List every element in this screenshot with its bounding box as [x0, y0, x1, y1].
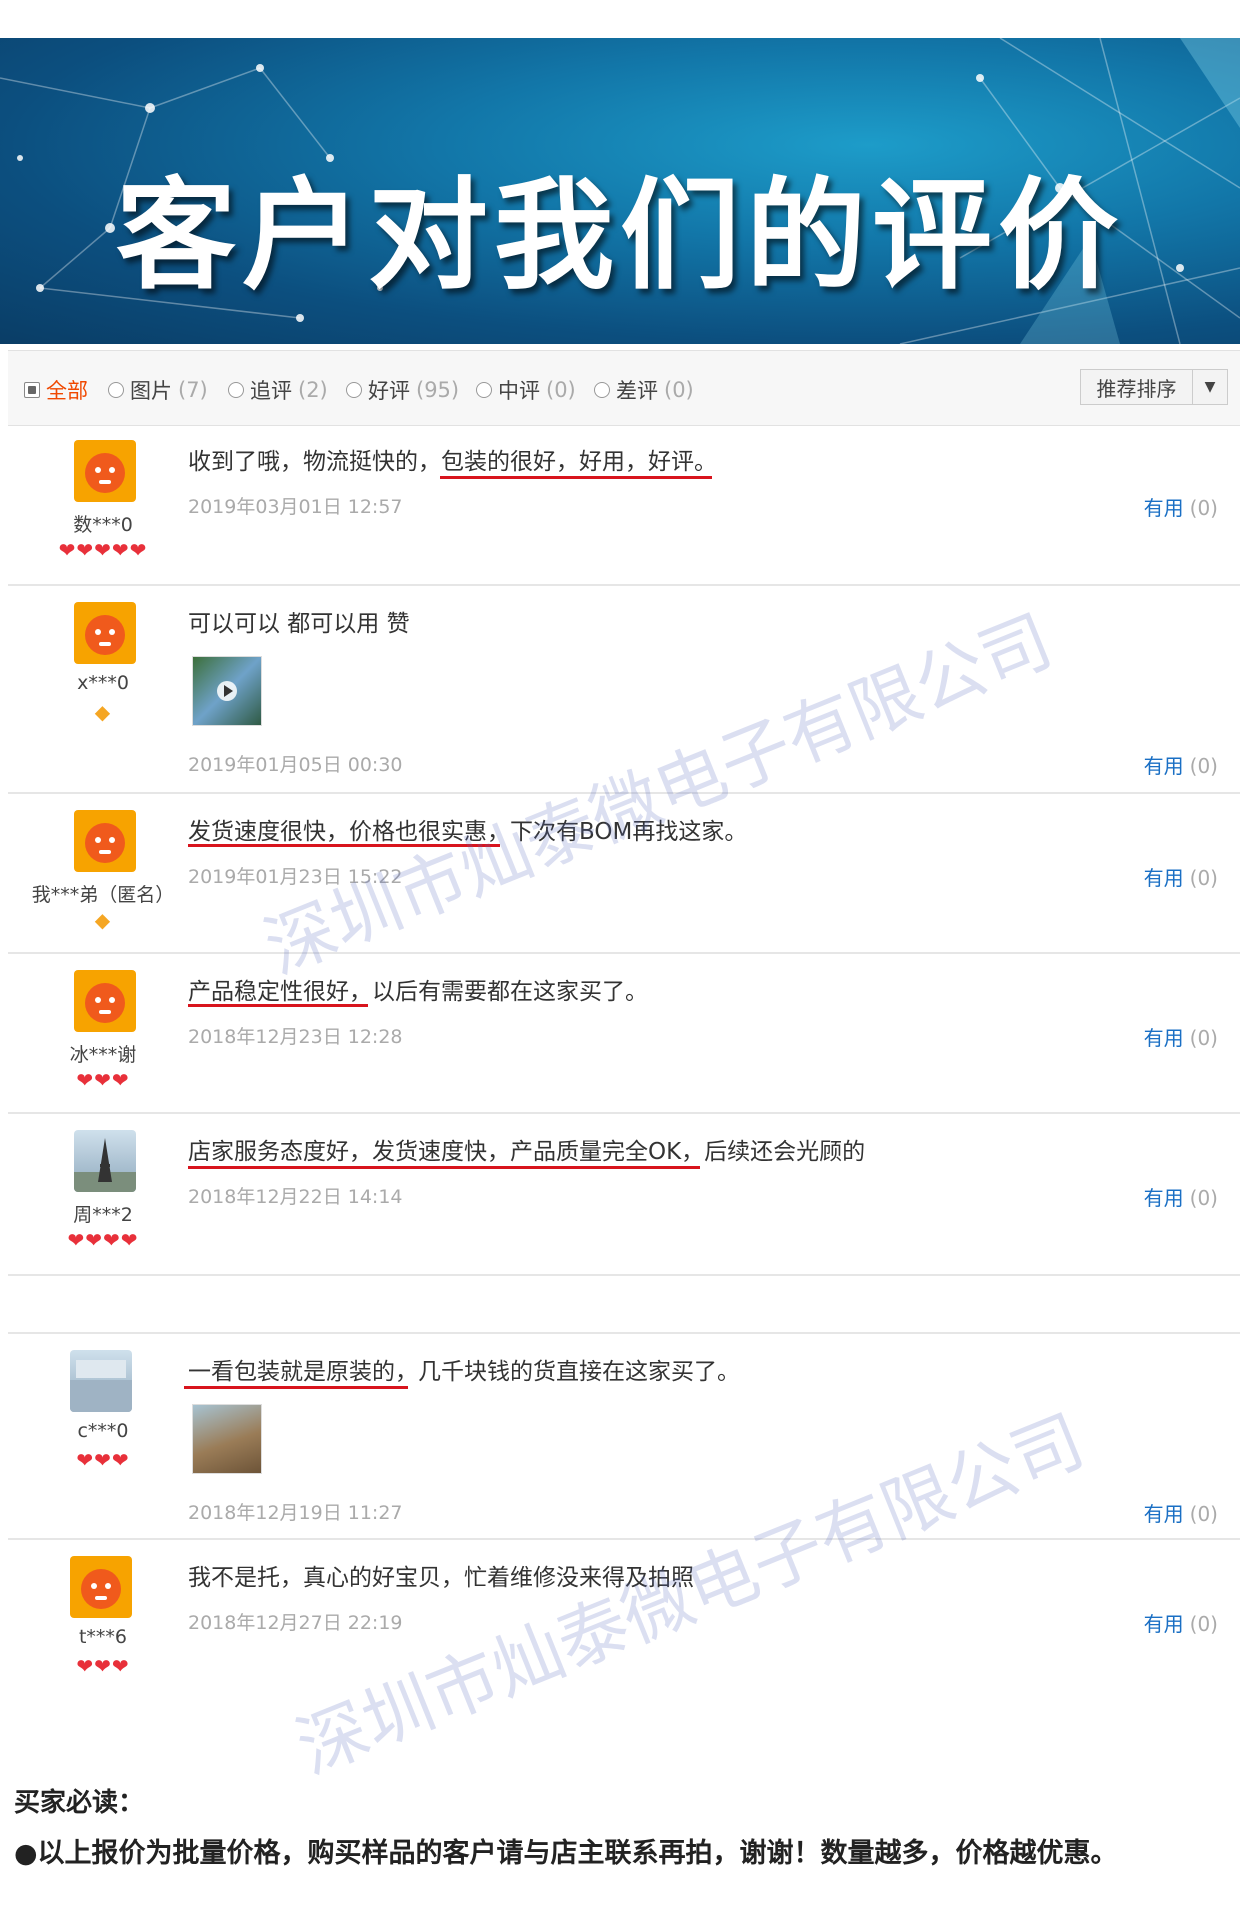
- useful-count: (0): [1189, 754, 1218, 778]
- useful-label: 有用: [1143, 496, 1184, 520]
- filter-label: 全部: [46, 379, 88, 403]
- highlight-underline: [188, 1004, 368, 1007]
- sort-dropdown[interactable]: 推荐排序 ▼: [1080, 369, 1228, 405]
- user-name: t***6: [78, 1626, 128, 1648]
- sort-label: 推荐排序: [1096, 376, 1177, 401]
- avatar[interactable]: [70, 1350, 132, 1412]
- review-date: 2019年01月05日 00:30: [188, 754, 403, 776]
- filter-positive[interactable]: 好评 (95): [346, 375, 459, 405]
- useful-label: 有用: [1143, 1502, 1184, 1526]
- useful-count: (0): [1189, 496, 1218, 520]
- review-date: 2019年03月01日 12:57: [188, 496, 403, 518]
- radio-icon: [346, 382, 362, 398]
- review-video-thumbnail[interactable]: [192, 656, 262, 726]
- filter-negative[interactable]: 差评 (0): [594, 375, 694, 405]
- highlight-underline: [184, 1386, 408, 1389]
- user-level-hearts: ❤❤❤❤: [67, 1228, 139, 1252]
- review-text: 收到了哦，物流挺快的，包装的很好，好用，好评。: [188, 449, 717, 475]
- useful-count: (0): [1189, 1612, 1218, 1636]
- avatar[interactable]: [74, 810, 136, 872]
- review-item: 冰***谢 ❤❤❤ 产品稳定性很好，以后有需要都在这家买了。 2018年12月2…: [8, 954, 1240, 1114]
- useful-label: 有用: [1143, 754, 1184, 778]
- review-text: 产品稳定性很好，以后有需要都在这家买了。: [188, 979, 648, 1005]
- filter-label: 追评: [250, 379, 292, 403]
- user-name: c***0: [77, 1420, 129, 1442]
- review-text: 可以可以 都可以用 赞: [188, 611, 410, 637]
- chevron-down-icon[interactable]: ▼: [1192, 370, 1227, 404]
- useful-count: (0): [1189, 1186, 1218, 1210]
- filter-label: 中评: [498, 379, 540, 403]
- radio-icon: [24, 382, 40, 398]
- review-date: 2018年12月19日 11:27: [188, 1502, 403, 1524]
- filter-follow-up[interactable]: 追评 (2): [228, 375, 328, 405]
- filter-count: (0): [546, 378, 576, 402]
- review-text: 一看包装就是原装的，几千块钱的货直接在这家买了。: [188, 1359, 740, 1385]
- useful-count: (0): [1189, 1502, 1218, 1526]
- banner-title: 客户对我们的评价: [116, 167, 1124, 306]
- highlight-underline: [188, 1166, 700, 1169]
- user-name: x***0: [77, 672, 129, 694]
- useful-label: 有用: [1143, 866, 1184, 890]
- user-name: 周***2: [73, 1204, 133, 1226]
- user-level-hearts: ❤❤❤: [76, 1068, 130, 1092]
- useful-label: 有用: [1143, 1026, 1184, 1050]
- review-banner: 客户对我们的评价: [0, 38, 1240, 344]
- buyer-notice-title: 买家必读：: [14, 1788, 145, 1818]
- radio-icon: [228, 382, 244, 398]
- useful-count: (0): [1189, 1026, 1218, 1050]
- filter-label: 差评: [616, 379, 658, 403]
- useful-count: (0): [1189, 866, 1218, 890]
- useful-button[interactable]: 有用 (0): [1144, 492, 1218, 521]
- review-photo-thumbnail[interactable]: [192, 1404, 262, 1474]
- section-divider: [8, 1278, 1240, 1334]
- review-date: 2018年12月23日 12:28: [188, 1026, 403, 1048]
- filter-label: 好评: [368, 379, 410, 403]
- user-name: 冰***谢: [69, 1044, 137, 1066]
- review-date: 2018年12月27日 22:19: [188, 1612, 403, 1634]
- radio-icon: [108, 382, 124, 398]
- filter-count: (2): [298, 378, 328, 402]
- useful-button[interactable]: 有用 (0): [1144, 750, 1218, 779]
- buyer-notice-text: ●以上报价为批量价格，购买样品的客户请与店主联系再拍，谢谢！数量越多，价格越优惠…: [14, 1838, 1118, 1869]
- useful-label: 有用: [1143, 1612, 1184, 1636]
- useful-button[interactable]: 有用 (0): [1144, 1182, 1218, 1211]
- filter-neutral[interactable]: 中评 (0): [476, 375, 576, 405]
- review-item: 周***2 ❤❤❤❤ 店家服务态度好，发货速度快，产品质量完全OK，后续还会光顾…: [8, 1114, 1240, 1276]
- review-text: 店家服务态度好，发货速度快，产品质量完全OK，后续还会光顾的: [188, 1139, 866, 1165]
- review-filter-bar: 全部 图片 (7) 追评 (2) 好评 (95) 中评 (0) 差评 (0) 推…: [8, 350, 1240, 426]
- useful-button[interactable]: 有用 (0): [1144, 1498, 1218, 1527]
- user-level-diamond: ◆: [94, 908, 112, 932]
- user-level-hearts: ❤❤❤: [76, 1448, 130, 1472]
- useful-button[interactable]: 有用 (0): [1144, 1022, 1218, 1051]
- radio-icon: [594, 382, 610, 398]
- filter-images[interactable]: 图片 (7): [108, 375, 208, 405]
- user-name: 数***0: [73, 514, 133, 536]
- filter-label: 图片: [130, 379, 172, 403]
- review-item: 数***0 ❤❤❤❤❤ 收到了哦，物流挺快的，包装的很好，好用，好评。 2019…: [8, 424, 1240, 586]
- useful-label: 有用: [1143, 1186, 1184, 1210]
- useful-button[interactable]: 有用 (0): [1144, 1608, 1218, 1637]
- highlight-underline: [440, 476, 712, 479]
- user-level-hearts: ❤❤❤: [76, 1654, 130, 1678]
- avatar[interactable]: [74, 1130, 136, 1192]
- user-level-hearts: ❤❤❤❤❤: [58, 538, 148, 562]
- filter-count: (0): [664, 378, 694, 402]
- filter-count: (7): [178, 378, 208, 402]
- avatar[interactable]: [74, 970, 136, 1032]
- radio-icon: [476, 382, 492, 398]
- avatar[interactable]: [74, 602, 136, 664]
- user-level-diamond: ◆: [94, 700, 112, 724]
- review-date: 2018年12月22日 14:14: [188, 1186, 403, 1208]
- avatar[interactable]: [70, 1556, 132, 1618]
- filter-all[interactable]: 全部: [24, 375, 88, 405]
- useful-button[interactable]: 有用 (0): [1144, 862, 1218, 891]
- avatar[interactable]: [74, 440, 136, 502]
- user-name: 我***弟（匿名）: [31, 884, 175, 906]
- filter-count: (95): [416, 378, 460, 402]
